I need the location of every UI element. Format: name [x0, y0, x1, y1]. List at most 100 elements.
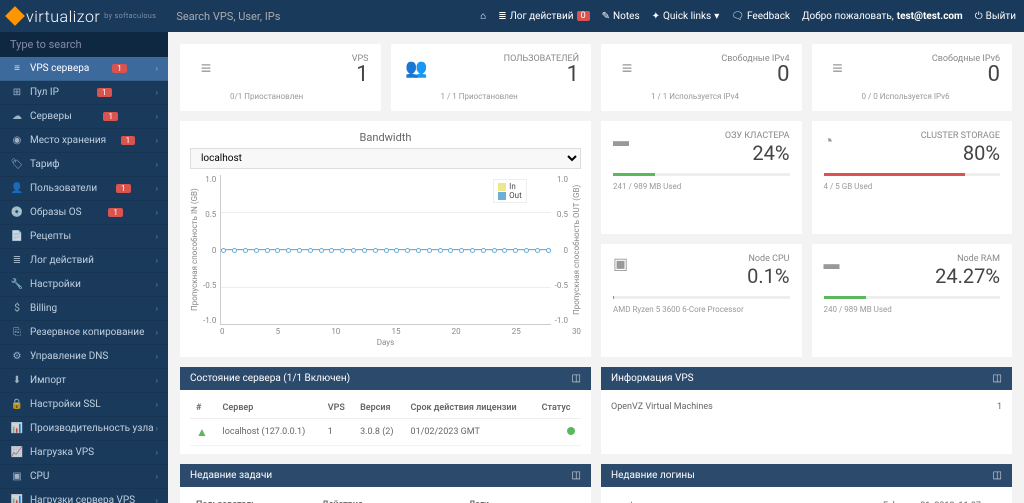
nav-badge: 1	[112, 64, 127, 73]
sidebar-item[interactable]: 📊Производительность узла›	[0, 417, 168, 441]
chevron-icon: ›	[156, 448, 158, 457]
sidebar-item[interactable]: $Billing›	[0, 297, 168, 321]
mini-label: Node CPU	[747, 254, 789, 264]
sidebar-search[interactable]: Type to search	[0, 32, 168, 57]
bandwidth-chart: Bandwidth localhost Пропускная способнос…	[180, 121, 591, 357]
nav-icon: ▣	[10, 471, 24, 482]
server-state-panel: Состояние сервера (1/1 Включен)◫ # Серве…	[180, 367, 591, 454]
plot-area: In Out	[220, 175, 550, 325]
stat-sub: 1 / 1 Приостановлен	[441, 92, 580, 101]
chevron-icon: ›	[156, 112, 158, 121]
log-link[interactable]: ≣ Лог действий 0	[498, 11, 589, 22]
brand-sub: by softaculous	[104, 12, 156, 20]
stat-label: Свободные IPv4	[651, 54, 790, 64]
nav-icon: ≡	[10, 63, 24, 74]
sidebar-item[interactable]: 🏷Тариф›	[0, 153, 168, 177]
chevron-icon: ›	[156, 376, 158, 385]
stat-card: ≡Свободные IPv401 / 1 Используется IPv4	[601, 44, 802, 111]
nav-icon: ☁	[10, 111, 24, 122]
sidebar-item[interactable]: ▣CPU›	[0, 465, 168, 489]
nav-label: Настройки SSL	[30, 399, 101, 410]
stat-sub: 1 / 1 Используется IPv4	[651, 92, 790, 101]
chevron-icon: ›	[156, 400, 158, 409]
nav-label: Серверы	[30, 111, 72, 122]
nav-label: Управление DNS	[30, 351, 108, 362]
sidebar-item[interactable]: ⬇Импорт›	[0, 369, 168, 393]
nav-label: Резервное копирование	[30, 327, 144, 338]
mini-label: Node RAM	[935, 254, 1000, 264]
panel-tool-icon[interactable]: ◫	[993, 470, 1002, 481]
stat-icon: ≡	[613, 54, 641, 82]
sidebar-item[interactable]: ⊞Пул IP1›	[0, 81, 168, 105]
mini-icon: ◔	[824, 131, 834, 151]
stat-card: ≡VPS10/1 Приостановлен	[180, 44, 381, 111]
top-search[interactable]: Search VPS, User, IPs	[176, 10, 280, 23]
nav-badge: 1	[103, 112, 118, 121]
sidebar-item[interactable]: 📄Рецепты›	[0, 225, 168, 249]
nav-label: Рецепты	[30, 231, 71, 242]
chevron-icon: ›	[156, 424, 158, 433]
sidebar-item[interactable]: 💿Образы OS1›	[0, 201, 168, 225]
sidebar-item[interactable]: ≡VPS сервера1›	[0, 57, 168, 81]
chevron-icon: ›	[156, 280, 158, 289]
panel-tool-icon[interactable]: ◫	[993, 373, 1002, 384]
nav-badge: 1	[116, 184, 131, 193]
nav-icon: 📊	[10, 423, 24, 434]
nav-icon: ⊞	[10, 87, 24, 98]
logout-link[interactable]: ⏻ Выйти	[975, 11, 1016, 22]
chevron-icon: ›	[156, 64, 158, 73]
xaxis: 051015202530	[190, 325, 581, 336]
nav-label: Пул IP	[30, 87, 59, 98]
sidebar-item[interactable]: ≣Лог действий›	[0, 249, 168, 273]
nav-label: Образы OS	[30, 207, 82, 218]
sidebar-item[interactable]: 📊Нагрузки сервера VPS›	[0, 489, 168, 503]
chevron-icon: ›	[156, 328, 158, 337]
nav-icon: 📊	[10, 495, 24, 503]
sidebar-item[interactable]: 🔧Настройки›	[0, 273, 168, 297]
sidebar-item[interactable]: 👤Пользователи1›	[0, 177, 168, 201]
panel-tool-icon[interactable]: ◫	[572, 373, 581, 384]
stat-card: ≡Свободные IPv600 / 0 Используется IPv6	[812, 44, 1013, 111]
feedback-link[interactable]: 🗨 Feedback	[731, 11, 790, 22]
mini-value: 24.27%	[935, 264, 1000, 288]
quicklinks[interactable]: ✦ Quick links ▾	[652, 11, 720, 22]
stat-value: 1	[230, 64, 369, 86]
sidebar-item[interactable]: 📈Нагрузка VPS›	[0, 441, 168, 465]
stat-icon: ≡	[192, 54, 220, 82]
nav-icon: ≣	[10, 255, 24, 266]
topbar-right: ⌂ ≣ Лог действий 0 ✎ Notes ✦ Quick links…	[480, 11, 1016, 22]
stat-label: ПОЛЬЗОВАТЕЛЕЙ	[441, 54, 580, 64]
sidebar-item[interactable]: ◉Место хранения1›	[0, 129, 168, 153]
stat-card: 👥ПОЛЬЗОВАТЕЛЕЙ11 / 1 Приостановлен	[391, 44, 592, 111]
nav-label: Нагрузка VPS	[30, 447, 94, 458]
logins-table: rootFebruary 21, 2013, 11:07 amrootFebru…	[611, 495, 1002, 503]
panel-title: Информация VPS	[611, 373, 694, 384]
sidebar-item[interactable]: 🔒Настройки SSL›	[0, 393, 168, 417]
chart-title: Bandwidth	[190, 131, 581, 144]
nav-icon: ⎘	[10, 327, 24, 338]
nav-icon: ⬇	[10, 375, 24, 386]
notes-link[interactable]: ✎ Notes	[602, 11, 640, 22]
status-icon: ▲	[196, 425, 208, 439]
nav-icon: ◉	[10, 135, 24, 146]
chevron-icon: ›	[156, 472, 158, 481]
table-row[interactable]: ▲localhost (127.0.0.1)13.0.8 (2)01/02/20…	[190, 419, 581, 446]
sidebar-item[interactable]: ⚙Управление DNS›	[0, 345, 168, 369]
mini-label: ОЗУ КЛАСТЕРА	[725, 131, 790, 141]
welcome-text: Добро пожаловать, test@test.com	[802, 11, 963, 22]
mini-value: 24%	[725, 141, 790, 165]
yaxis-right: 1.00.50-0.5-1.0	[551, 175, 572, 325]
nav-icon: ⚙	[10, 351, 24, 362]
nav-icon: 🏷	[10, 159, 24, 170]
mini-card: ◔CLUSTER STORAGE80%4 / 5 GB Used	[812, 121, 1013, 234]
mini-sub: 240 / 989 MB Used	[824, 305, 1001, 314]
home-link[interactable]: ⌂	[480, 11, 486, 22]
sidebar-item[interactable]: ☁ Серверы 1 ›	[0, 105, 168, 129]
chevron-icon: ›	[156, 496, 158, 503]
sidebar-item[interactable]: ⎘ Резервное копирование ›	[0, 321, 168, 345]
nav-label: Место хранения	[30, 135, 106, 146]
chevron-icon: ›	[156, 208, 158, 217]
panel-tool-icon[interactable]: ◫	[572, 470, 581, 481]
host-select[interactable]: localhost	[190, 148, 581, 169]
nav-badge: 1	[97, 88, 112, 97]
